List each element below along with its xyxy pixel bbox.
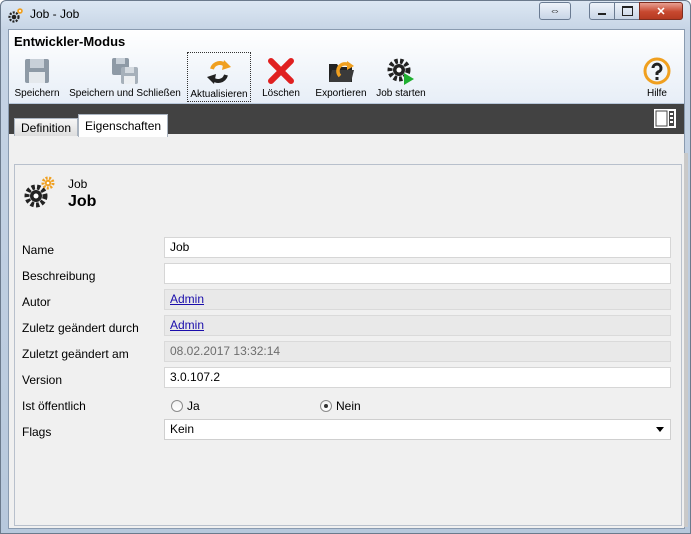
modified-by-label: Zuletz geändert durch: [22, 321, 139, 335]
title-bar[interactable]: Job - Job ⇔ ✕: [1, 1, 690, 29]
ribbon-mode-title: Entwickler-Modus: [14, 34, 126, 49]
modified-by-field: Admin: [164, 315, 671, 336]
snap-icon: ⇔: [549, 5, 561, 17]
window-title: Job - Job: [30, 7, 80, 21]
export-button[interactable]: Exportieren: [311, 52, 371, 102]
save-button[interactable]: Speichern: [13, 52, 61, 102]
export-label: Exportieren: [315, 88, 367, 99]
main-window: Job - Job ⇔ ✕ Entwickler-Modus Speichern: [0, 0, 691, 534]
author-field: Admin: [164, 289, 671, 310]
properties-panel: Job Job Name Job Beschreibung Autor Admi…: [14, 164, 682, 526]
public-yes-label: Ja: [187, 399, 200, 413]
radio-circle-no: [320, 400, 332, 412]
save-and-close-label: Speichern und Schließen: [69, 88, 181, 99]
tab-definition-label: Definition: [21, 121, 72, 135]
start-job-label: Job starten: [376, 88, 426, 99]
delete-button[interactable]: Löschen: [259, 52, 303, 102]
author-link[interactable]: Admin: [170, 292, 204, 306]
delete-x-icon: [268, 58, 294, 84]
public-no-radio[interactable]: Nein: [320, 399, 361, 413]
snap-button[interactable]: ⇔: [539, 2, 571, 20]
delete-label: Löschen: [262, 88, 300, 99]
chevron-down-icon: [656, 427, 664, 432]
modified-by-link[interactable]: Admin: [170, 318, 204, 332]
gear-icon: [8, 8, 23, 23]
modified-at-field: 08.02.2017 13:32:14: [164, 341, 671, 362]
version-label: Version: [22, 373, 63, 387]
close-button[interactable]: ✕: [639, 2, 683, 20]
help-label: Hilfe: [646, 88, 667, 99]
refresh-label: Aktualisieren: [190, 89, 248, 100]
modified-at-label: Zuletzt geändert am: [22, 347, 129, 361]
refresh-icon: [207, 60, 231, 84]
layout-toggle-icon[interactable]: [654, 109, 676, 128]
help-question-icon: [643, 57, 671, 85]
object-type: Job: [68, 177, 88, 191]
tab-definition[interactable]: Definition: [14, 118, 79, 136]
name-label: Name: [22, 243, 55, 257]
save-and-close-icon: [112, 58, 138, 84]
name-input[interactable]: Job: [164, 237, 671, 258]
start-job-button[interactable]: Job starten: [373, 52, 429, 102]
flags-label: Flags: [22, 425, 52, 439]
flags-value: Kein: [170, 422, 195, 436]
radio-circle-yes: [171, 400, 183, 412]
tab-eigenschaften[interactable]: Eigenschaften: [78, 114, 169, 137]
public-no-label: Nein: [336, 399, 361, 413]
object-name: Job: [68, 193, 97, 210]
tab-eigenschaften-label: Eigenschaften: [85, 119, 162, 133]
public-yes-radio[interactable]: Ja: [171, 399, 200, 413]
export-folder-icon: [329, 61, 354, 82]
minimize-button[interactable]: [589, 2, 615, 20]
version-input[interactable]: 3.0.107.2: [164, 367, 671, 388]
flags-select[interactable]: Kein: [164, 419, 671, 440]
description-input[interactable]: [164, 263, 671, 284]
save-and-close-button[interactable]: Speichern und Schließen: [67, 52, 183, 102]
refresh-button[interactable]: Aktualisieren: [187, 52, 251, 102]
maximize-button[interactable]: [614, 2, 640, 20]
public-label: Ist öffentlich: [22, 399, 86, 413]
author-label: Autor: [22, 295, 51, 309]
help-button[interactable]: Hilfe: [637, 52, 677, 102]
save-label: Speichern: [14, 88, 60, 99]
maximize-icon: [621, 6, 633, 16]
minimize-icon: [598, 13, 606, 15]
description-label: Beschreibung: [22, 269, 96, 283]
job-gear-icon: [24, 176, 55, 208]
close-icon: ✕: [656, 5, 666, 18]
vertical-scrollbar[interactable]: [684, 153, 688, 527]
ribbon: Entwickler-Modus Speichern Speichern und…: [9, 30, 684, 104]
gear-play-icon: [387, 58, 414, 85]
floppy-disk-icon: [25, 59, 49, 83]
